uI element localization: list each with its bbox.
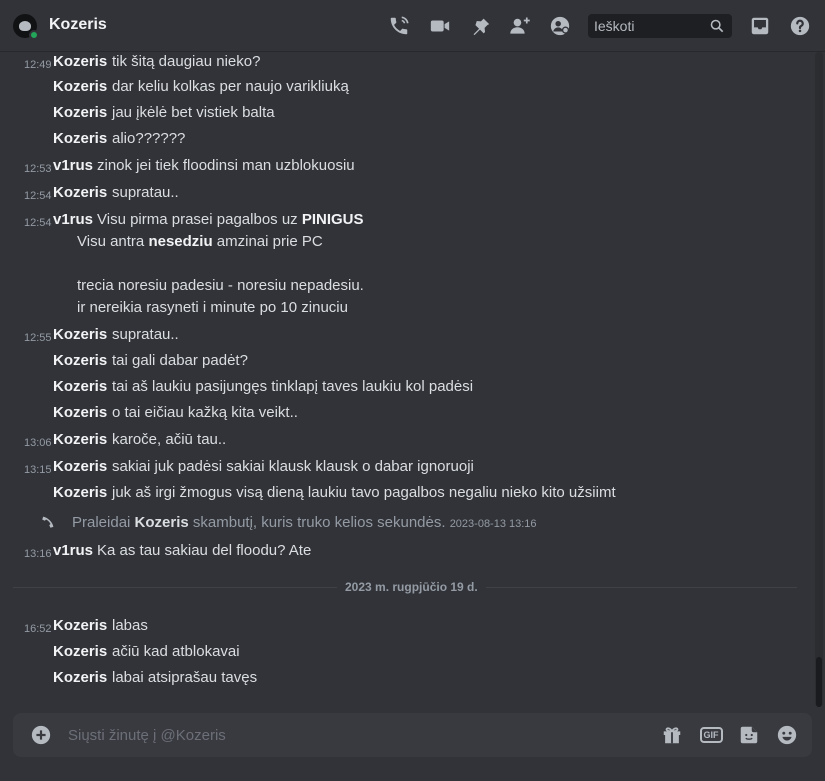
message-text-line: Visu antra nesedziu amzinai prie PC (77, 233, 323, 251)
message-input[interactable] (68, 725, 628, 745)
message-author[interactable]: Kozeris (53, 326, 107, 344)
message-timestamp: 13:06 (24, 437, 52, 449)
text-bold: nesedziu (148, 233, 213, 250)
message-timestamp: 13:15 (24, 464, 52, 476)
message-timestamp: 12:49 (24, 59, 52, 71)
call-prefix: Praleidai (72, 514, 131, 531)
channel-header: Kozeris (0, 0, 825, 52)
message-author[interactable]: Kozeris (53, 431, 107, 449)
avatar-image (19, 21, 31, 31)
message-author[interactable]: Kozeris (53, 130, 107, 148)
message-text: supratau.. (112, 184, 179, 201)
message-text: karoče, ačiū tau.. (112, 431, 227, 448)
message-timestamp: 12:54 (24, 217, 52, 229)
message-text-line: ir nereikia rasyneti i minute po 10 zinu… (77, 299, 348, 316)
message-text: labai atsiprašau tavęs (112, 669, 258, 686)
message-author[interactable]: Kozeris (53, 643, 107, 661)
message-timestamp: 12:55 (24, 332, 52, 344)
message-author[interactable]: Kozeris (53, 458, 107, 476)
message-author[interactable]: Kozeris (53, 53, 107, 71)
user-profile-icon[interactable] (549, 15, 571, 37)
message-text: ačiū kad atblokavai (112, 643, 240, 660)
message-text: Visu pirma prasei pagalbos uz PINIGUS (97, 211, 364, 229)
avatar[interactable] (13, 14, 39, 40)
message-text-line: trecia noresiu padesiu - noresiu nepades… (77, 277, 364, 294)
add-friend-icon[interactable] (509, 15, 531, 37)
call-user[interactable]: Kozeris (135, 514, 189, 531)
message-text: sakiai juk padėsi sakiai klausk klausk o… (112, 458, 474, 475)
help-icon[interactable] (789, 15, 811, 37)
message-text: labas (112, 617, 148, 634)
message-author[interactable]: Kozeris (53, 104, 107, 122)
voice-call-icon[interactable] (388, 15, 410, 37)
scrollbar-thumb[interactable] (816, 657, 822, 707)
message-author[interactable]: Kozeris (53, 617, 107, 635)
message-text: Ka as tau sakiau del floodu? Ate (97, 542, 312, 559)
message-text: zinok jei tiek floodinsi man uzblokuosiu (97, 157, 355, 174)
date-divider-label: 2023 m. rugpjūčio 19 d. (337, 580, 486, 594)
emoji-icon[interactable] (776, 724, 798, 746)
message-timestamp: 12:54 (24, 190, 52, 202)
message-timestamp: 16:52 (24, 623, 52, 635)
pin-icon[interactable] (469, 15, 491, 37)
message-text: tai aš laukiu pasijungęs tinklapį taves … (112, 378, 474, 395)
call-suffix: skambutį, kuris truko kelios sekundės. (192, 514, 446, 531)
message-author[interactable]: Kozeris (53, 352, 107, 370)
text-part: amzinai prie PC (212, 233, 323, 250)
gif-label: GIF (699, 727, 723, 743)
search-icon (710, 19, 724, 33)
inbox-icon[interactable] (749, 15, 771, 37)
text-part: Visu antra (77, 233, 149, 250)
sticker-icon[interactable] (738, 724, 760, 746)
message-text: tik šitą daugiau nieko? (112, 53, 261, 70)
call-timestamp: 2023-08-13 13:16 (449, 518, 537, 530)
search-input[interactable] (594, 18, 704, 34)
channel-title[interactable]: Kozeris (49, 16, 107, 34)
message-list[interactable]: 12:49 Kozeris tik šitą daugiau nieko? Ko… (0, 52, 815, 707)
message-author[interactable]: Kozeris (53, 184, 107, 202)
message-text: juk aš irgi žmogus visą dieną laukiu tav… (112, 484, 616, 501)
message-author[interactable]: Kozeris (53, 669, 107, 687)
message-composer: GIF (13, 713, 812, 757)
scrollbar-track[interactable] (815, 52, 823, 707)
message-author[interactable]: Kozeris (53, 378, 107, 396)
gif-button[interactable]: GIF (699, 724, 723, 746)
add-attachment-icon[interactable] (30, 724, 52, 746)
online-status-icon (29, 30, 39, 40)
message-text: o tai eičiau kažką kita veikt.. (112, 404, 298, 421)
gift-icon[interactable] (661, 724, 683, 746)
message-timestamp: 12:53 (24, 163, 52, 175)
message-timestamp: 13:16 (24, 548, 52, 560)
message-text: dar keliu kolkas per naujo varikliuką (112, 78, 349, 95)
message-text: tai gali dabar padėt? (112, 352, 248, 369)
message-author[interactable]: Kozeris (53, 404, 107, 422)
search-box[interactable] (588, 14, 732, 38)
message-text: jau įkėlė bet vistiek balta (112, 104, 275, 121)
message-text-part: Visu pirma prasei pagalbos uz (97, 211, 302, 228)
message-author[interactable]: v1rus (53, 157, 93, 175)
message-author[interactable]: Kozeris (53, 484, 107, 502)
message-text: alio?????? (112, 130, 186, 147)
message-text: supratau.. (112, 326, 179, 343)
message-author[interactable]: v1rus (53, 542, 93, 560)
video-call-icon[interactable] (429, 15, 451, 37)
message-author[interactable]: Kozeris (53, 78, 107, 96)
message-text-bold: PINIGUS (301, 211, 364, 228)
missed-call-icon (42, 516, 54, 528)
message-author[interactable]: v1rus (53, 211, 93, 229)
missed-call-text: Praleidai Kozeris skambutį, kuris truko … (72, 514, 537, 531)
